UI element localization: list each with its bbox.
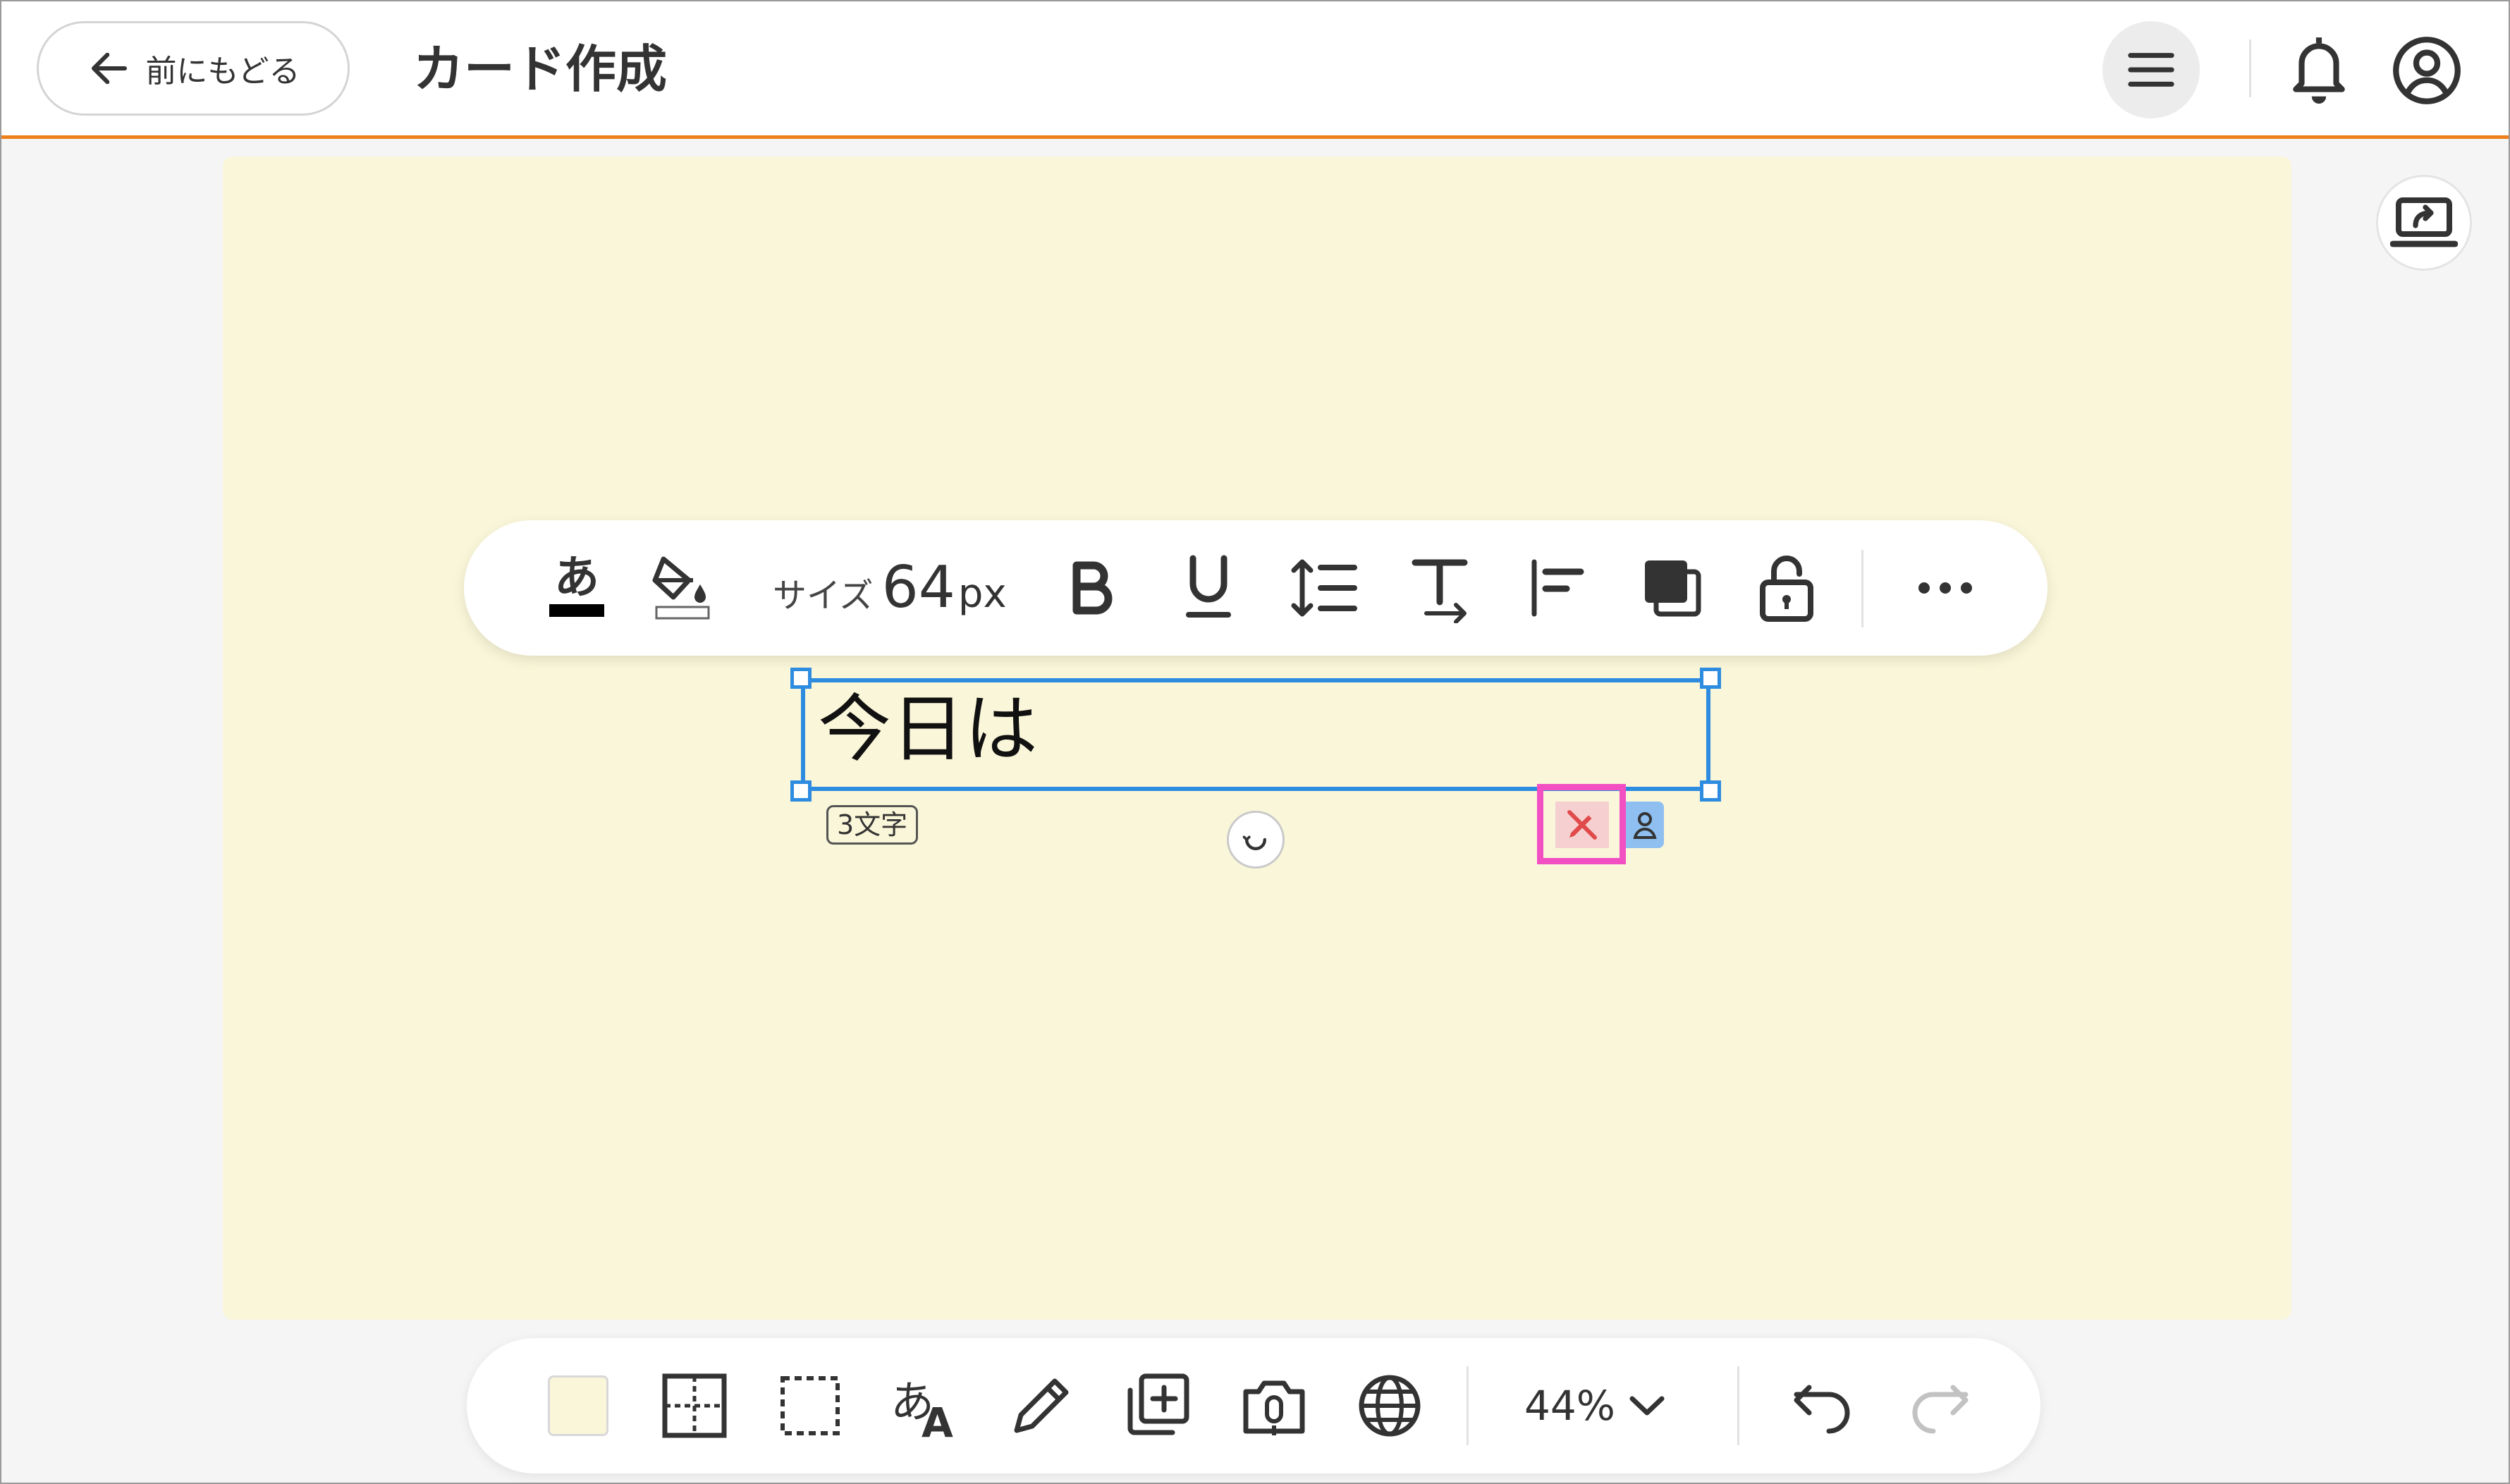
user-permission-indicator[interactable] <box>1626 802 1664 848</box>
person-icon <box>1633 812 1657 839</box>
add-card-button[interactable] <box>1118 1338 1196 1473</box>
fill-color-button[interactable] <box>647 520 718 656</box>
toolbar-divider-1 <box>1467 1366 1469 1445</box>
select-area-button[interactable] <box>771 1338 849 1473</box>
background-color-button[interactable] <box>543 1338 613 1473</box>
text-color-icon: あ <box>549 552 604 617</box>
align-button[interactable] <box>1522 520 1592 656</box>
lock-button[interactable] <box>1751 520 1822 656</box>
text-color-button[interactable]: あ <box>541 520 612 656</box>
resize-handle-bottom-right[interactable] <box>1700 780 1721 802</box>
line-spacing-icon <box>1291 559 1357 617</box>
selection-icon <box>780 1376 840 1435</box>
underline-button[interactable] <box>1173 520 1244 656</box>
bold-icon <box>1072 561 1113 615</box>
font-size-value: 64 <box>881 554 955 621</box>
user-circle-icon <box>2393 37 2461 104</box>
resize-handle-top-left[interactable] <box>790 668 812 689</box>
layer-order-button[interactable] <box>1637 520 1708 656</box>
menu-button[interactable] <box>2102 21 2200 118</box>
web-button[interactable] <box>1351 1338 1428 1473</box>
rotate-handle[interactable] <box>1227 811 1285 869</box>
svg-text:あ: あ <box>554 552 599 604</box>
bold-button[interactable] <box>1056 520 1127 656</box>
draw-button[interactable] <box>1003 1338 1080 1473</box>
zoom-control[interactable]: 44% <box>1524 1338 1666 1473</box>
zoom-value: 44% <box>1524 1382 1615 1430</box>
text-format-toolbar: あ サイズ 64 px <box>464 520 2047 656</box>
media-button[interactable] <box>1235 1338 1313 1473</box>
rotate-icon <box>1242 835 1267 851</box>
bottom-toolbar: あ A 44% <box>467 1338 2040 1473</box>
unlock-icon <box>1760 556 1813 622</box>
arrow-left-icon <box>92 52 128 85</box>
background-color-swatch <box>548 1375 608 1436</box>
redo-button[interactable] <box>1901 1338 1978 1473</box>
text-element-content[interactable]: 今日は <box>818 680 1038 778</box>
toolbar-divider <box>1861 550 1863 627</box>
chevron-down-icon <box>1629 1396 1665 1416</box>
pencil-icon <box>1014 1378 1069 1433</box>
present-button[interactable] <box>2376 175 2472 271</box>
back-button[interactable]: 前にもどる <box>37 21 350 116</box>
text-direction-icon <box>1412 559 1468 623</box>
layers-icon <box>1645 560 1701 617</box>
add-layer-icon <box>1127 1373 1189 1435</box>
text-element[interactable]: 今日は <box>801 678 1710 791</box>
char-count-badge: 3文字 <box>826 805 919 845</box>
laptop-share-icon <box>2390 197 2458 247</box>
grid-icon <box>662 1373 727 1438</box>
add-text-button[interactable]: あ A <box>883 1338 967 1473</box>
font-size-label: サイズ <box>773 576 874 615</box>
resize-handle-top-right[interactable] <box>1700 668 1721 689</box>
undo-icon <box>1794 1385 1850 1434</box>
svg-text:A: A <box>922 1399 953 1441</box>
text-direction-button[interactable] <box>1406 520 1476 656</box>
underline-icon <box>1186 555 1231 618</box>
page-title: カード作成 <box>413 39 668 99</box>
resize-handle-bottom-left[interactable] <box>790 780 812 802</box>
header-divider <box>2249 39 2251 97</box>
redo-icon <box>1912 1385 1969 1434</box>
account-button[interactable] <box>2392 35 2462 106</box>
align-left-icon <box>1531 559 1584 617</box>
paint-bucket-icon <box>652 556 710 620</box>
app-header: 前にもどる カード作成 <box>1 1 2509 135</box>
undo-button[interactable] <box>1784 1338 1861 1473</box>
hamburger-menu-icon <box>2128 53 2174 87</box>
line-spacing-button[interactable] <box>1286 520 1364 656</box>
font-size-unit: px <box>957 571 1007 617</box>
bell-icon <box>2293 37 2345 104</box>
grid-button[interactable] <box>656 1338 733 1473</box>
more-options-button[interactable] <box>1906 520 1984 656</box>
more-horizontal-icon <box>1918 582 1972 594</box>
back-button-label: 前にもどる <box>145 54 300 90</box>
highlight-box <box>1537 784 1626 864</box>
toolbar-divider-2 <box>1737 1366 1739 1445</box>
text-icon: あ A <box>890 1376 953 1441</box>
font-size-control[interactable]: サイズ 64 px <box>773 520 1007 656</box>
notifications-button[interactable] <box>2284 31 2353 107</box>
globe-icon <box>1359 1375 1421 1437</box>
camera-mic-icon <box>1243 1380 1305 1435</box>
